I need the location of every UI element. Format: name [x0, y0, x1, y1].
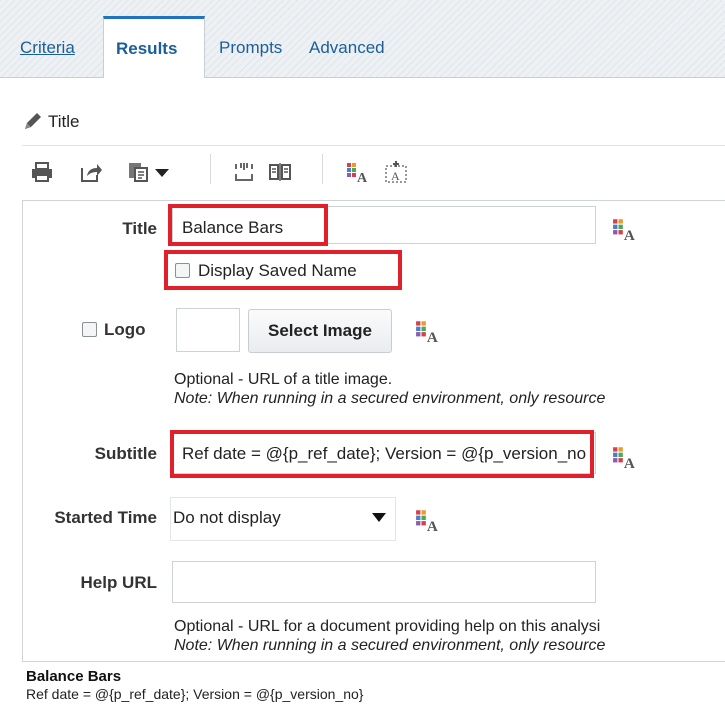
view-title: Title	[48, 112, 80, 131]
highlight-box	[164, 250, 402, 290]
dropdown-arrow-icon[interactable]	[150, 160, 174, 184]
format-text-icon[interactable]: A	[612, 444, 638, 470]
svg-text:A: A	[427, 329, 438, 344]
preview-subtitle: Ref date = @{p_ref_date}; Version = @{p_…	[26, 686, 364, 702]
help-url-help-text: Optional - URL for a document providing …	[174, 618, 601, 635]
logo-checkbox[interactable]	[82, 322, 97, 337]
svg-text:A: A	[357, 171, 368, 184]
tab-criteria[interactable]: Criteria	[20, 38, 75, 58]
insert-text-icon[interactable]: A	[384, 160, 408, 184]
header-divider	[22, 145, 725, 146]
view-header: Title	[22, 112, 80, 132]
svg-text:A: A	[624, 227, 635, 242]
select-image-button[interactable]: Select Image	[248, 309, 392, 353]
chevron-down-icon[interactable]	[372, 513, 386, 523]
format-text-icon[interactable]: A	[415, 318, 441, 344]
help-url-input[interactable]	[172, 561, 596, 603]
help-url-label: Help URL	[80, 573, 158, 592]
export-icon[interactable]	[79, 160, 103, 184]
format-text-icon[interactable]: A	[612, 216, 638, 242]
tab-prompts[interactable]: Prompts	[219, 38, 282, 58]
tab-results-label: Results	[116, 39, 178, 58]
layout-icon[interactable]	[268, 160, 292, 184]
logo-help-text: Optional - URL of a title image.	[174, 371, 393, 388]
help-url-note-text: Note: When running in a secured environm…	[174, 637, 606, 654]
toolbar-divider	[322, 154, 323, 184]
title-label: Title	[122, 219, 157, 238]
tab-advanced[interactable]: Advanced	[309, 38, 385, 58]
logo-note-text: Note: When running in a secured environm…	[174, 390, 606, 407]
format-text-icon[interactable]: A	[346, 160, 370, 184]
logo-preview-box	[176, 308, 240, 352]
svg-text:A: A	[624, 455, 635, 470]
copy-view-icon[interactable]	[126, 160, 150, 184]
collapse-icon[interactable]	[232, 160, 256, 184]
logo-label: Logo	[104, 320, 146, 339]
pencil-icon[interactable]	[22, 112, 44, 132]
svg-text:A: A	[427, 518, 438, 533]
highlight-box	[168, 204, 328, 246]
print-icon[interactable]	[30, 160, 54, 184]
preview-title: Balance Bars	[26, 668, 122, 685]
subtitle-label: Subtitle	[94, 444, 157, 463]
format-text-icon[interactable]: A	[415, 507, 441, 533]
toolbar-divider	[210, 154, 211, 184]
highlight-box	[170, 430, 594, 478]
started-time-label: Started Time	[54, 508, 157, 527]
tab-results[interactable]: Results	[103, 16, 205, 78]
started-time-value: Do not display	[173, 508, 281, 527]
svg-text:A: A	[391, 169, 400, 183]
